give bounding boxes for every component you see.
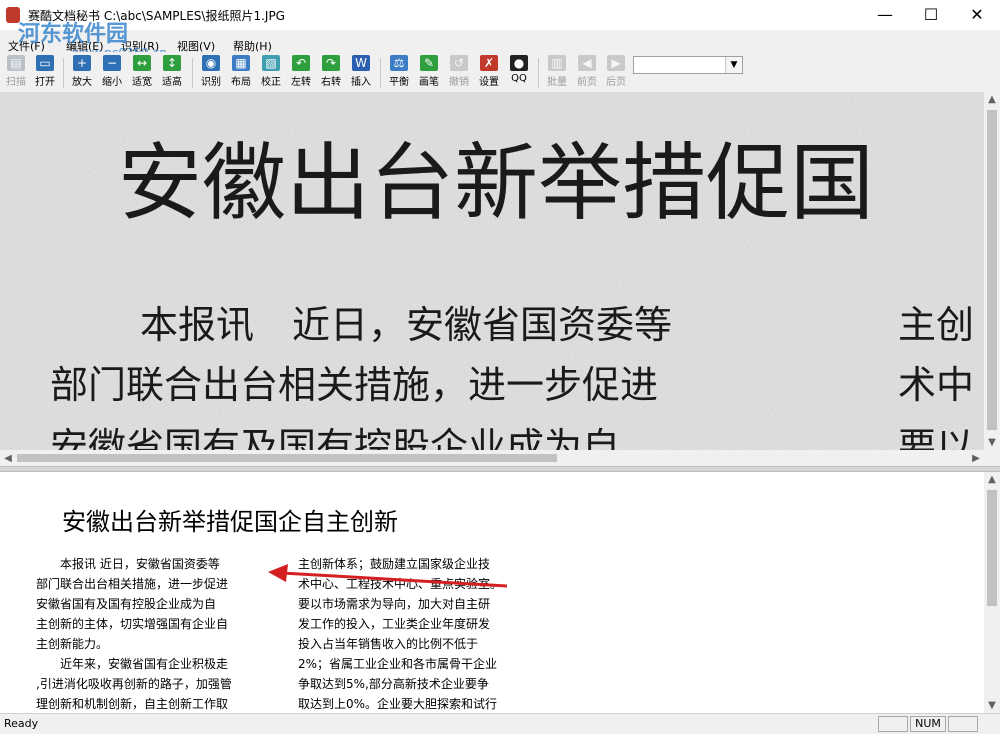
settings-button[interactable]: ✗ 设置 — [475, 55, 503, 89]
text-line: 主创新能力。 — [36, 637, 109, 651]
layout-icon: ▦ — [232, 55, 250, 71]
text-line: 争取达到5%,部分高新技术企业要争 — [298, 677, 489, 691]
zoom-in-button[interactable]: + 放大 — [68, 55, 96, 89]
status-panel-empty — [948, 716, 978, 732]
scroll-left-icon[interactable]: ◀ — [0, 453, 16, 464]
toolbar-separator — [192, 58, 193, 88]
document-title: 安徽出台新举措促国企自主创新 — [62, 508, 398, 536]
text-line: 2%；省属工业企业和各市属骨干企业 — [298, 657, 498, 671]
toolbar-separator — [538, 58, 539, 88]
balance-button[interactable]: ⚖ 平衡 — [385, 55, 413, 89]
toolbar-separator — [63, 58, 64, 88]
scan-right-3: 要以 — [898, 425, 974, 450]
batch-icon: ▥ — [548, 55, 566, 71]
scroll-down-icon[interactable]: ▼ — [984, 700, 1000, 711]
text-line: 部门联合出台相关措施，进一步促进 — [36, 577, 229, 591]
recognize-button[interactable]: ◉ 识别 — [197, 55, 225, 89]
scrollbar-thumb[interactable] — [17, 454, 557, 462]
status-text: Ready — [4, 717, 39, 730]
scan-headline: 安徽出台新举措促国 — [118, 134, 874, 232]
text-line: 理创新和机制创新，自主创新工作取 — [36, 697, 229, 711]
prev-page-button[interactable]: ◀ 前页 — [573, 55, 601, 89]
text-line: 发工作的投入，工业类企业年度研发 — [298, 617, 491, 631]
scan-icon: ▤ — [7, 55, 25, 71]
num-lock-indicator: NUM — [910, 716, 946, 732]
scan-line-1: 本报讯 近日，安徽省国资委等 — [140, 303, 672, 347]
open-folder-icon: ▭ — [36, 55, 54, 71]
fit-height-icon: ↕ — [163, 55, 181, 71]
status-panel-empty — [878, 716, 908, 732]
rotate-left-icon: ↶ — [292, 55, 310, 71]
recognize-icon: ◉ — [202, 55, 220, 71]
pen-button[interactable]: ✎ 画笔 — [415, 55, 443, 89]
image-horizontal-scrollbar[interactable]: ◀ ▶ — [0, 450, 984, 466]
scroll-up-icon[interactable]: ▲ — [984, 474, 1000, 485]
text-line: 取达到上0%。企业要大胆探索和试行 — [298, 697, 498, 711]
maximize-button[interactable]: ☐ — [908, 0, 954, 30]
fit-width-button[interactable]: ↔ 适宽 — [128, 55, 156, 89]
scan-button[interactable]: ▤ 扫描 — [2, 55, 30, 89]
page-select[interactable]: ▼ — [633, 56, 743, 74]
chevron-down-icon[interactable]: ▼ — [725, 57, 742, 73]
text-line: 投入占当年销售收入的比例不低于 — [298, 637, 479, 651]
status-bar: Ready NUM — [0, 713, 1000, 734]
text-line: 本报讯 近日，安徽省国资委等 — [36, 557, 220, 571]
insert-button[interactable]: W 插入 — [347, 55, 375, 89]
minimize-button[interactable]: — — [862, 0, 908, 30]
zoom-out-button[interactable]: − 缩小 — [98, 55, 126, 89]
fit-width-icon: ↔ — [133, 55, 151, 71]
next-page-icon: ▶ — [607, 55, 625, 71]
rotate-right-button[interactable]: ↷ 右转 — [317, 55, 345, 89]
text-line: 安徽省国有及国有控股企业成为自 — [36, 597, 217, 611]
scroll-right-icon[interactable]: ▶ — [968, 453, 984, 464]
batch-button[interactable]: ▥ 批量 — [543, 55, 571, 89]
insert-word-icon: W — [352, 55, 370, 71]
text-line: 主创新的主体，切实增强国有企业自 — [36, 617, 229, 631]
settings-tools-icon: ✗ — [480, 55, 498, 71]
watermark-logo: 河东软件园 — [18, 22, 129, 47]
correct-button[interactable]: ▧ 校正 — [257, 55, 285, 89]
scrollbar-thumb[interactable] — [987, 110, 997, 430]
scroll-up-icon[interactable]: ▲ — [984, 94, 1000, 105]
layout-button[interactable]: ▦ 布局 — [227, 55, 255, 89]
zoom-in-icon: + — [73, 55, 91, 71]
qq-button[interactable]: ● QQ — [505, 55, 533, 89]
scan-right-1: 主创 — [898, 303, 974, 347]
qq-penguin-icon: ● — [510, 55, 528, 71]
balance-icon: ⚖ — [390, 55, 408, 71]
text-line: 近年来，安徽省国有企业积极走 — [36, 657, 229, 671]
rotate-right-icon: ↷ — [322, 55, 340, 71]
image-view[interactable]: 安徽出台新举措促国 本报讯 近日，安徽省国资委等 部门联合出台相关措施，进一步促… — [0, 92, 984, 450]
open-button[interactable]: ▭ 打开 — [31, 55, 59, 89]
recognized-text-view[interactable]: 安徽出台新举措促国企自主创新 本报讯 近日，安徽省国资委等 部门联合出台相关措施… — [0, 472, 984, 713]
correct-icon: ▧ — [262, 55, 280, 71]
title-bar: 赛酷文档秘书 C:\abc\SAMPLES\报纸照片1.JPG — ☐ ✕ — [0, 0, 1000, 30]
text-vertical-scrollbar[interactable]: ▲ ▼ — [984, 472, 1000, 713]
text-line: ,引进消化吸收再创新的路子，加强管 — [36, 677, 232, 691]
zoom-out-icon: − — [103, 55, 121, 71]
annotation-arrow-icon — [268, 564, 508, 588]
rotate-left-button[interactable]: ↶ 左转 — [287, 55, 315, 89]
toolbar: ▤ 扫描 ▭ 打开 + 放大 − 缩小 ↔ 适宽 ↕ 适高 ◉ 识别 ▦ 布局 ▧ 校正 ↶ 左转 … — [0, 52, 1000, 93]
image-vertical-scrollbar[interactable]: ▲ ▼ — [984, 92, 1000, 450]
fit-height-button[interactable]: ↕ 适高 — [158, 55, 186, 89]
next-page-button[interactable]: ▶ 后页 — [602, 55, 630, 89]
scrollbar-thumb[interactable] — [987, 490, 997, 606]
prev-page-icon: ◀ — [578, 55, 596, 71]
toolbar-separator — [380, 58, 381, 88]
close-button[interactable]: ✕ — [954, 0, 1000, 30]
scroll-down-icon[interactable]: ▼ — [984, 437, 1000, 448]
undo-button[interactable]: ↺ 撤销 — [445, 55, 473, 89]
pen-icon: ✎ — [420, 55, 438, 71]
text-column-left: 本报讯 近日，安徽省国资委等 部门联合出台相关措施，进一步促进 安徽省国有及国有… — [36, 554, 232, 713]
undo-icon: ↺ — [450, 55, 468, 71]
scan-right-2: 术中 — [898, 363, 974, 407]
scanned-newspaper-image: 安徽出台新举措促国 本报讯 近日，安徽省国资委等 部门联合出台相关措施，进一步促… — [0, 92, 984, 450]
scan-line-2: 部门联合出台相关措施，进一步促进 — [50, 363, 658, 407]
scan-line-3: 安徽省国有及国有控股企业成为自 — [50, 425, 620, 450]
